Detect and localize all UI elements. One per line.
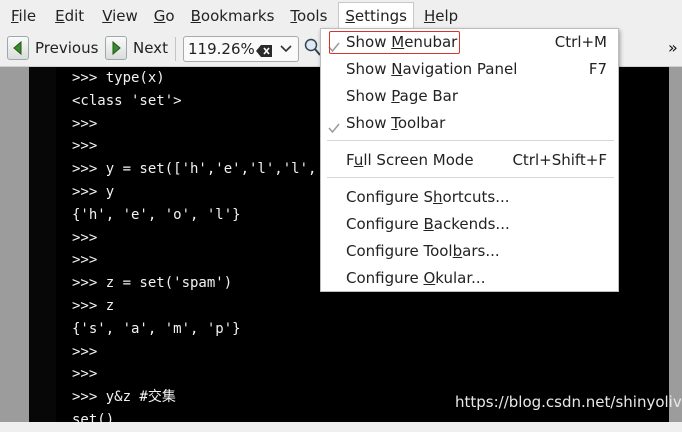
menu-tools[interactable]: Tools bbox=[284, 3, 333, 29]
code-line: >>> bbox=[72, 252, 98, 269]
shortcut-label: Ctrl+M bbox=[554, 33, 607, 51]
menu-edit[interactable]: Edit bbox=[49, 3, 90, 29]
checkmark-icon bbox=[328, 116, 340, 142]
toolbar-separator bbox=[175, 37, 176, 61]
menu-item-configure-backends[interactable]: Configure Backends... bbox=[321, 211, 618, 237]
menu-go[interactable]: Go bbox=[148, 3, 181, 29]
code-line: >>> bbox=[72, 229, 98, 246]
menu-item-configure-shortcuts[interactable]: Configure Shortcuts... bbox=[321, 184, 618, 210]
code-line: >>> type(x) bbox=[72, 70, 165, 86]
zoom-value[interactable]: 119.26% bbox=[188, 40, 255, 58]
watermark: https://blog.csdn.net/shinyolive bbox=[455, 393, 682, 411]
highlight-annotation-box bbox=[329, 31, 460, 54]
next-button[interactable]: Next bbox=[105, 35, 168, 61]
zoom-combobox[interactable]: 119.26% bbox=[183, 36, 299, 62]
previous-page-icon bbox=[7, 36, 29, 60]
menu-item-configure-toolbars[interactable]: Configure Toolbars... bbox=[321, 238, 618, 264]
code-listing: >>> type(x) <class 'set'> >>> >>> >>> y … bbox=[72, 67, 316, 432]
menu-bookmarks[interactable]: Bookmarks bbox=[185, 3, 281, 29]
menu-file[interactable]: File bbox=[5, 3, 42, 29]
menu-help[interactable]: Help bbox=[418, 3, 464, 29]
menu-separator bbox=[327, 177, 614, 178]
code-line: set() bbox=[72, 411, 115, 428]
code-line: >>> y&z #交集 bbox=[72, 389, 176, 406]
code-line: <class 'set'> bbox=[72, 92, 182, 109]
code-line: >>> bbox=[72, 343, 98, 360]
toolbar-overflow-button[interactable]: » bbox=[668, 38, 678, 57]
clear-icon[interactable] bbox=[256, 43, 272, 57]
menu-item-full-screen-mode[interactable]: Full Screen Mode Ctrl+Shift+F bbox=[321, 147, 618, 173]
code-line: {'h', 'e', 'o', 'l'} bbox=[72, 206, 241, 223]
previous-label: Previous bbox=[35, 39, 99, 57]
menu-item-show-toolbar[interactable]: Show Toolbar bbox=[321, 110, 618, 136]
menu-separator bbox=[327, 140, 614, 141]
code-line: >>> bbox=[72, 115, 98, 132]
code-line: >>> y = set(['h','e','l','l', bbox=[72, 161, 317, 178]
next-page-icon bbox=[105, 36, 127, 60]
menu-item-show-page-bar[interactable]: Show Page Bar bbox=[321, 83, 618, 109]
menu-view[interactable]: View bbox=[96, 3, 144, 29]
code-line: >>> z bbox=[72, 297, 115, 314]
code-line: >>> bbox=[72, 138, 98, 155]
previous-button[interactable]: Previous bbox=[7, 35, 98, 61]
code-line: >>> z = set('spam') bbox=[72, 275, 233, 292]
code-line: >>> y bbox=[72, 183, 115, 200]
settings-menu: Show Menubar Ctrl+M Show Navigation Pane… bbox=[320, 28, 619, 292]
menu-item-configure-okular[interactable]: Configure Okular... bbox=[321, 265, 618, 291]
menu-item-show-navigation-panel[interactable]: Show Navigation Panel F7 bbox=[321, 56, 618, 82]
menu-settings[interactable]: Settings bbox=[338, 2, 414, 30]
code-line: >>> bbox=[72, 366, 98, 383]
next-label: Next bbox=[133, 39, 168, 57]
shortcut-label: F7 bbox=[588, 60, 607, 78]
chevron-down-icon[interactable] bbox=[280, 42, 292, 56]
shortcut-label: Ctrl+Shift+F bbox=[512, 151, 607, 169]
code-line: {'s', 'a', 'm', 'p'} bbox=[72, 320, 241, 337]
